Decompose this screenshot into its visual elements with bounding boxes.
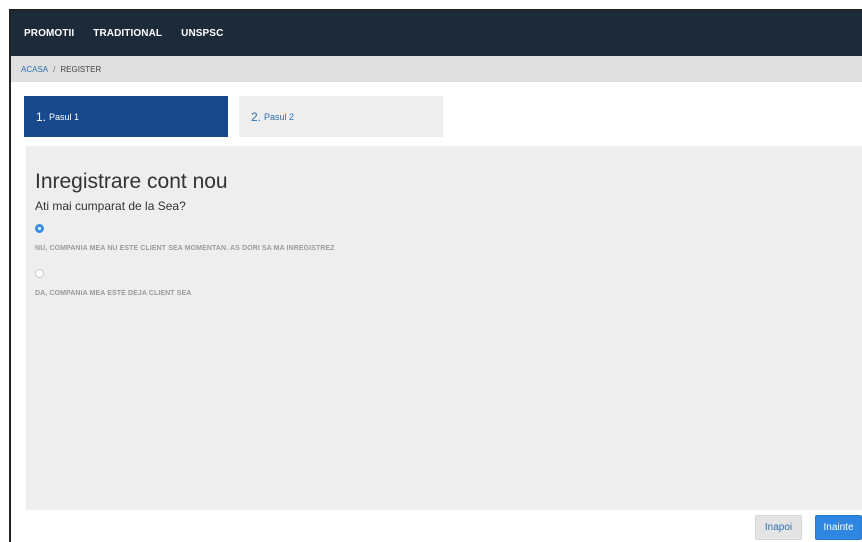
next-button[interactable]: Inainte (815, 515, 862, 540)
radio-new-customer[interactable] (35, 224, 44, 233)
breadcrumb-current: REGISTER (60, 64, 102, 74)
breadcrumb-separator: / (53, 64, 56, 74)
radio-new-customer-label[interactable]: NU, COMPANIA MEA NU ESTE CLIENT SEA MOME… (35, 245, 862, 252)
wizard-steps: 1. Pasul 1 2. Pasul 2 (24, 96, 443, 137)
step-2-tab[interactable]: 2. Pasul 2 (239, 96, 443, 137)
step-2-number: 2. (251, 109, 262, 124)
step-1-number: 1. (36, 109, 47, 124)
breadcrumb-home-link[interactable]: ACASA (21, 65, 48, 74)
breadcrumb: ACASA / REGISTER (11, 56, 862, 82)
step-1-label: Pasul 1 (49, 111, 80, 122)
step-2-label: Pasul 2 (264, 111, 295, 122)
back-button[interactable]: Inapoi (755, 515, 802, 540)
registration-form-panel: Inregistrare cont nou Ati mai cumparat d… (26, 146, 862, 510)
radio-existing-customer-label[interactable]: DA, COMPANIA MEA ESTE DEJA CLIENT SEA (35, 290, 862, 297)
step-1-tab[interactable]: 1. Pasul 1 (24, 96, 228, 137)
page-title: Inregistrare cont nou (35, 170, 228, 193)
nav-item-traditional[interactable]: TRADITIONAL (93, 28, 162, 39)
nav-item-promotii[interactable]: PROMOTII (24, 28, 74, 39)
top-navigation: PROMOTII TRADITIONAL UNSPSC (11, 11, 862, 56)
nav-item-unspsc[interactable]: UNSPSC (181, 28, 223, 39)
purchase-question: Ati mai cumparat de la Sea? (35, 199, 186, 213)
radio-existing-customer[interactable] (35, 269, 44, 278)
